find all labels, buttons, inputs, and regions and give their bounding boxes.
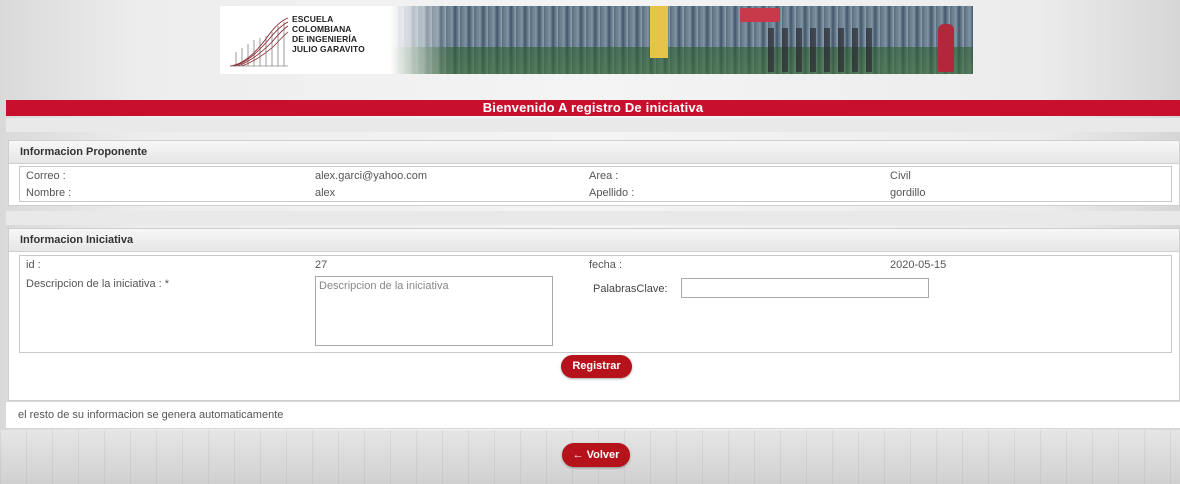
- descripcion-label: Descripcion de la iniciativa : *: [26, 278, 170, 290]
- fecha-label: fecha :: [589, 259, 623, 271]
- iniciativa-section-title: Informacion Iniciativa: [9, 229, 1179, 252]
- divider-band: [6, 118, 1180, 132]
- area-label: Area :: [589, 170, 619, 182]
- school-logo-text: ESCUELA COLOMBIANA DE INGENIERÍA JULIO G…: [292, 14, 365, 54]
- logo-line: JULIO GARAVITO: [292, 44, 365, 54]
- school-logo-icon: [229, 17, 289, 67]
- campus-photo: [390, 6, 973, 74]
- logo-line: ESCUELA: [292, 14, 334, 24]
- correo-label: Correo :: [26, 170, 66, 182]
- volver-label: Volver: [586, 449, 620, 461]
- campus-photo-people: [768, 28, 878, 72]
- descripcion-textarea[interactable]: [315, 276, 553, 346]
- fecha-value: 2020-05-15: [890, 259, 947, 271]
- footer-note: el resto de su informacion se genera aut…: [18, 409, 284, 421]
- header-banner: ESCUELA COLOMBIANA DE INGENIERÍA JULIO G…: [220, 6, 973, 74]
- nombre-label: Nombre :: [26, 187, 72, 199]
- nombre-value: alex: [315, 187, 336, 199]
- volver-button[interactable]: ← Volver: [562, 443, 630, 467]
- apellido-label: Apellido :: [589, 187, 635, 199]
- logo-line: DE INGENIERÍA: [292, 34, 358, 44]
- divider-band: [6, 211, 1180, 225]
- id-label: id :: [26, 259, 41, 271]
- page-title: Bienvenido A registro De iniciativa: [6, 100, 1180, 116]
- palabras-clave-label: PalabrasClave:: [593, 283, 668, 295]
- area-value: Civil: [890, 170, 911, 182]
- footer-note-bar: el resto de su informacion se genera aut…: [6, 401, 1180, 429]
- palabras-clave-input[interactable]: [681, 278, 929, 298]
- photo-fade: [390, 6, 450, 74]
- apellido-value: gordillo: [890, 187, 926, 199]
- registrar-button[interactable]: Registrar: [561, 355, 632, 378]
- campus-photo-umbrella: [740, 8, 780, 22]
- arrow-left-icon: ←: [572, 449, 584, 461]
- campus-photo-structure: [650, 6, 668, 58]
- school-logo: ESCUELA COLOMBIANA DE INGENIERÍA JULIO G…: [220, 6, 390, 74]
- correo-value: alex.garci@yahoo.com: [315, 170, 428, 182]
- campus-photo-person: [938, 24, 954, 72]
- proponente-section-title: Informacion Proponente: [9, 141, 1179, 164]
- id-value: 27: [315, 259, 328, 271]
- logo-line: COLOMBIANA: [292, 24, 352, 34]
